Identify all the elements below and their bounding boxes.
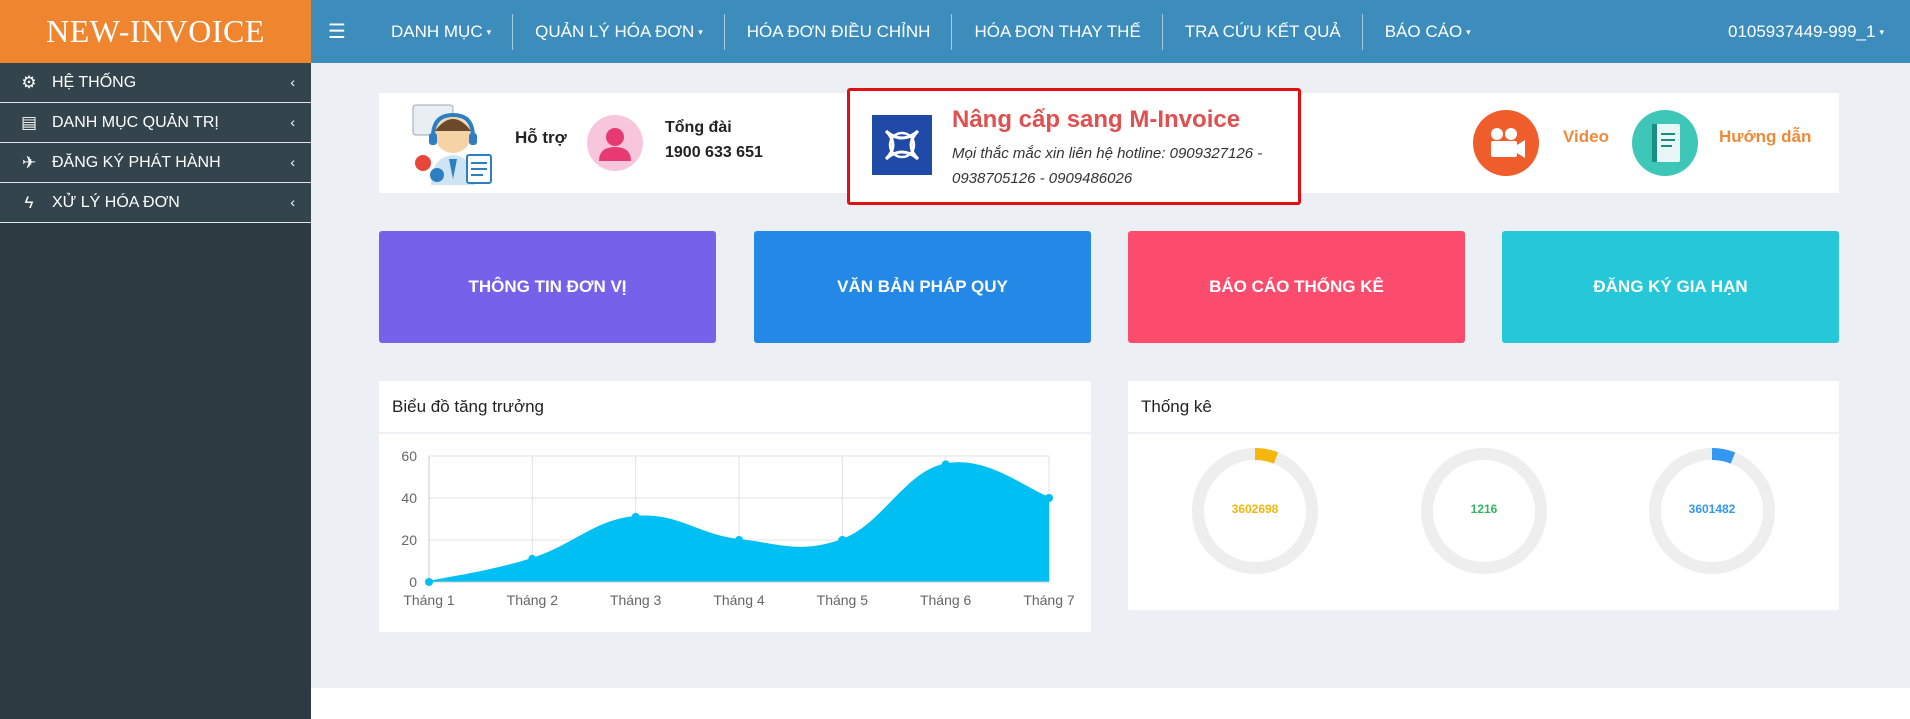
chevron-left-icon: ‹ [290, 194, 295, 210]
hotline-phone: 1900 633 651 [665, 144, 763, 161]
menu-label: HÓA ĐƠN ĐIỀU CHỈNH [746, 21, 931, 41]
x-tick-label: Tháng 5 [817, 592, 869, 608]
x-tick-label: Tháng 3 [610, 592, 662, 608]
menu-label: BÁO CÁO [1384, 21, 1463, 41]
data-point [425, 578, 433, 586]
menu-quan-ly-hoa-don[interactable]: QUẢN LÝ HÓA ĐƠN ▾ [513, 13, 725, 50]
hotline-label: Tổng đài [665, 119, 732, 136]
tile-bao-cao-thong-ke[interactable]: BÁO CÁO THỐNG KÊ [1128, 231, 1465, 343]
menu-hoa-don-thay-the[interactable]: HÓA ĐƠN THAY THẾ [952, 13, 1164, 50]
plane-icon: ✈ [21, 152, 37, 172]
menu-label: HÓA ĐƠN THAY THẾ [974, 21, 1141, 41]
data-point [1045, 494, 1053, 502]
upgrade-hotline-text: Mọi thắc mắc xin liên hệ hotline: 090932… [952, 145, 1263, 187]
panel-title: Thống kê [1128, 381, 1839, 434]
tile-thong-tin-don-vi[interactable]: THÔNG TIN ĐƠN VỊ [379, 231, 716, 343]
data-point [941, 460, 950, 469]
support-label: Hỗ trợ [515, 128, 567, 147]
caret-down-icon: ▾ [1879, 27, 1884, 37]
upgrade-title: Nâng cấp sang M-Invoice [952, 106, 1241, 133]
data-point [838, 536, 847, 544]
stat-value: 3601482 [1688, 502, 1736, 516]
x-tick-label: Tháng 1 [403, 592, 455, 608]
x-tick-label: Tháng 6 [920, 592, 972, 608]
chevron-left-icon: ‹ [290, 114, 295, 130]
tile-van-ban-phap-quy[interactable]: VĂN BẢN PHÁP QUY [754, 231, 1091, 343]
avatar-icon [587, 115, 643, 171]
document-icon: ▤ [20, 112, 38, 132]
sidebar-item-he-thong[interactable]: ⚙ HỆ THỐNG ‹ [0, 63, 311, 103]
menu-hoa-don-dieu-chinh[interactable]: HÓA ĐƠN ĐIỀU CHỈNH [725, 13, 953, 50]
x-tick-label: Tháng 7 [1023, 592, 1075, 608]
y-tick-label: 20 [401, 532, 417, 548]
stats-donuts [1192, 448, 1775, 574]
menu-label: TRA CỨU KẾT QUẢ [1184, 21, 1341, 41]
footer [311, 688, 1910, 719]
donut-arc [1711, 448, 1736, 464]
hamburger-icon[interactable]: ☰ [311, 0, 363, 63]
sidebar-item-label: ĐĂNG KÝ PHÁT HÀNH [52, 153, 221, 171]
menu-label: QUẢN LÝ HÓA ĐƠN [535, 21, 695, 41]
chevron-left-icon: ‹ [290, 154, 295, 170]
x-tick-label: Tháng 2 [507, 592, 559, 608]
y-tick-label: 0 [409, 574, 417, 590]
y-tick-label: 60 [401, 448, 417, 464]
panel-title: Biểu đồ tăng trưởng [379, 381, 1091, 434]
stat-value: 1216 [1470, 502, 1498, 516]
data-point [735, 536, 743, 544]
tile-dang-ky-gia-han[interactable]: ĐĂNG KÝ GIA HẠN [1502, 231, 1839, 343]
chevron-left-icon: ‹ [290, 74, 295, 90]
top-navbar: ☰ DANH MỤC ▾ QUẢN LÝ HÓA ĐƠN ▾ HÓA ĐƠN Đ… [311, 0, 1910, 63]
sidebar: ⚙ HỆ THỐNG ‹ ▤ DANH MỤC QUẢN TRỊ ‹ ✈ ĐĂN… [0, 63, 311, 719]
growth-chart: 0 20 40 60 Tháng 1 Tháng 2 Tháng 3 Tháng 4 Tháng… [401, 448, 1075, 608]
upgrade-notice[interactable]: Nâng cấp sang M-Invoice Mọi thắc mắc xin… [847, 88, 1301, 205]
top-menu: DANH MỤC ▾ QUẢN LÝ HÓA ĐƠN ▾ HÓA ĐƠN ĐIỀ… [369, 0, 1493, 63]
sidebar-item-label: DANH MỤC QUẢN TRỊ [52, 113, 219, 131]
data-point [528, 554, 537, 563]
support-agent-icon [409, 101, 495, 185]
donut-arc [1254, 448, 1279, 464]
video-link[interactable]: Video [1563, 127, 1609, 147]
stats-panel: Thống kê 3602698 1216 3601482 [1128, 381, 1839, 610]
stat-value: 3602698 [1231, 502, 1279, 516]
growth-chart-panel: Biểu đồ tăng trưởng 0 20 40 60 Tháng 1 Tháng … [379, 381, 1091, 632]
guide-link[interactable]: Hướng dẫn [1719, 127, 1811, 147]
sidebar-item-label: XỬ LÝ HÓA ĐƠN [52, 193, 180, 211]
gears-icon: ⚙ [21, 72, 37, 92]
bolt-icon: ϟ [24, 192, 34, 212]
menu-label: DANH MỤC [391, 21, 483, 41]
caret-down-icon: ▾ [1466, 27, 1471, 37]
sidebar-item-dang-ky-phat-hanh[interactable]: ✈ ĐĂNG KÝ PHÁT HÀNH ‹ [0, 143, 311, 183]
menu-danh-muc[interactable]: DANH MỤC ▾ [369, 13, 514, 50]
user-account-label: 0105937449-999_1 [1727, 21, 1876, 41]
brand-logo[interactable]: NEW-INVOICE [0, 0, 311, 63]
sidebar-item-label: HỆ THỐNG [52, 73, 137, 91]
m-invoice-logo-icon [872, 115, 932, 175]
menu-bao-cao[interactable]: BÁO CÁO ▾ [1363, 14, 1493, 50]
menu-tra-cuu-ket-qua[interactable]: TRA CỨU KẾT QUẢ [1163, 13, 1363, 50]
user-menu[interactable]: 0105937449-999_1 ▾ [1728, 0, 1884, 63]
video-camera-icon[interactable] [1473, 110, 1539, 176]
sidebar-item-danh-muc-quan-tri[interactable]: ▤ DANH MỤC QUẢN TRỊ ‹ [0, 103, 311, 143]
x-tick-label: Tháng 4 [713, 592, 765, 608]
caret-down-icon: ▾ [698, 27, 703, 37]
book-icon[interactable] [1632, 110, 1698, 176]
hotline-block: Tổng đài 1900 633 651 [665, 115, 763, 165]
sidebar-item-xu-ly-hoa-don[interactable]: ϟ XỬ LÝ HÓA ĐƠN ‹ [0, 183, 311, 223]
caret-down-icon: ▾ [486, 27, 492, 37]
y-tick-label: 40 [401, 490, 417, 506]
data-point [631, 512, 640, 521]
